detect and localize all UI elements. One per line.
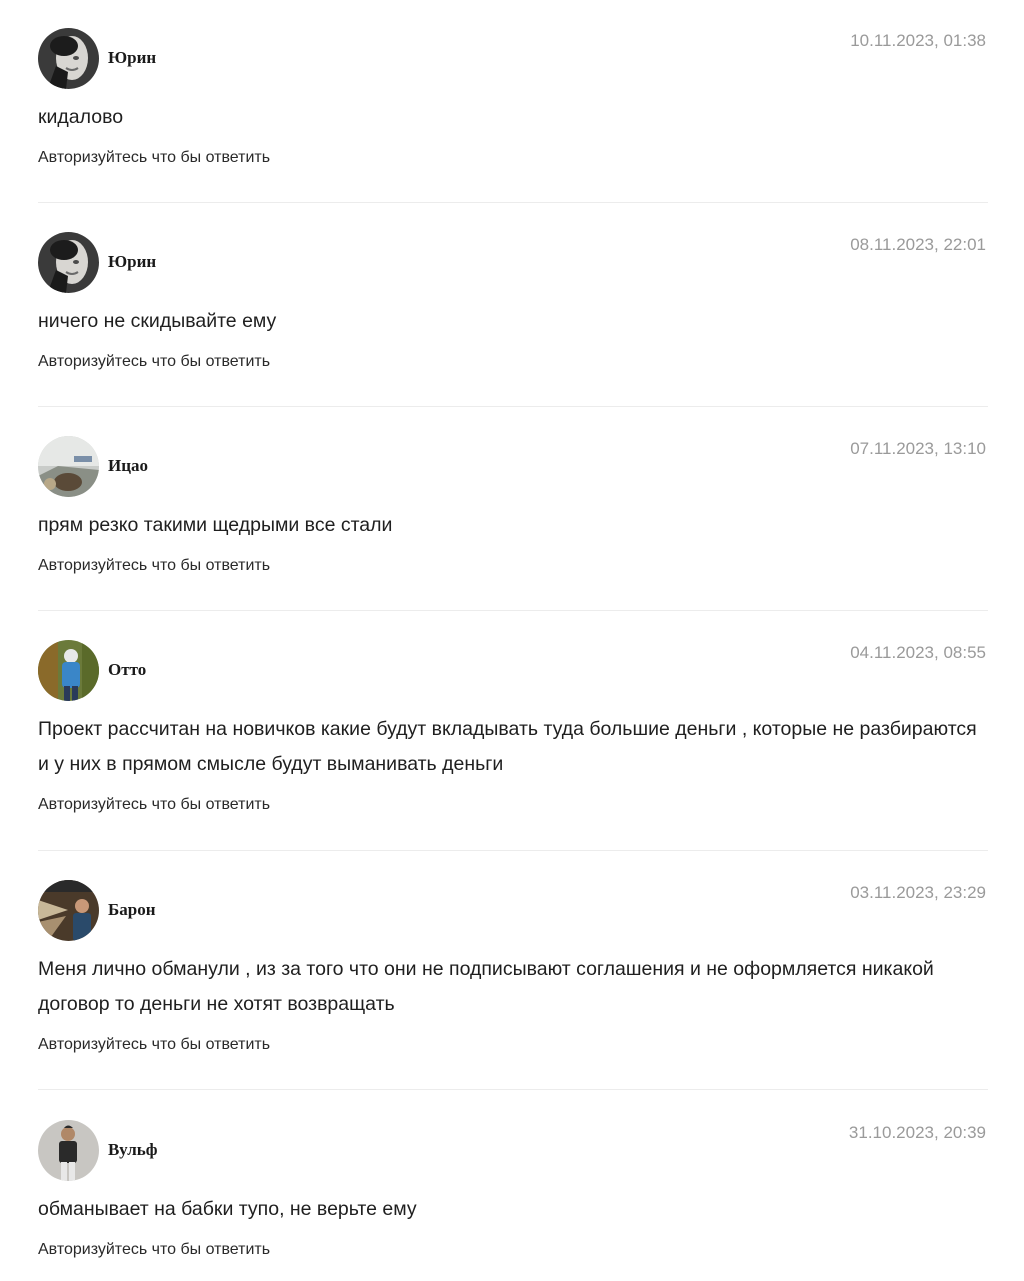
reply-link[interactable]: Авторизуйтесь что бы ответить xyxy=(38,796,270,814)
avatar-image xyxy=(38,232,99,293)
comment-header: Юрин 10.11.2023, 01:38 xyxy=(38,28,988,90)
author-name: Юрин xyxy=(108,48,157,67)
reply-link[interactable]: Авторизуйтесь что бы ответить xyxy=(38,1036,270,1054)
avatar[interactable] xyxy=(38,28,99,89)
author-name: Барон xyxy=(108,900,156,919)
reply-link[interactable]: Авторизуйтесь что бы ответить xyxy=(38,149,270,167)
divider xyxy=(38,1089,988,1090)
avatar[interactable] xyxy=(38,436,99,497)
comment-item: Отто 04.11.2023, 08:55 Проект рассчитан … xyxy=(38,640,988,814)
comment-item: Юрин 08.11.2023, 22:01 ничего не скидыва… xyxy=(38,232,988,371)
author-name: Вульф xyxy=(108,1140,158,1159)
divider xyxy=(38,406,988,407)
divider xyxy=(38,610,988,611)
avatar[interactable] xyxy=(38,1120,99,1181)
author-name: Отто xyxy=(108,660,147,679)
comment-header: Юрин 08.11.2023, 22:01 xyxy=(38,232,988,294)
comment-date: 08.11.2023, 22:01 xyxy=(850,235,986,254)
comment-text: прям резко такими щедрыми все стали xyxy=(38,514,393,536)
avatar-image xyxy=(38,880,99,941)
avatar[interactable] xyxy=(38,880,99,941)
divider xyxy=(38,202,988,203)
comment-header: Барон 03.11.2023, 23:29 xyxy=(38,880,988,942)
comment-date: 31.10.2023, 20:39 xyxy=(848,1123,986,1142)
author-name: Ицао xyxy=(108,456,149,475)
comment-item: Барон 03.11.2023, 23:29 Меня лично обман… xyxy=(38,880,988,1054)
avatar-image xyxy=(38,28,99,89)
comment-date: 04.11.2023, 08:55 xyxy=(850,643,986,662)
divider xyxy=(38,850,988,851)
comment-text: Проект рассчитан на новичков какие будут… xyxy=(38,718,977,775)
avatar-image xyxy=(38,640,99,701)
comment-item: Вульф 31.10.2023, 20:39 обманывает на ба… xyxy=(38,1120,988,1259)
comment-item: Юрин 10.11.2023, 01:38 кидалово Авторизу… xyxy=(38,28,988,167)
avatar[interactable] xyxy=(38,640,99,701)
comment-date: 03.11.2023, 23:29 xyxy=(850,883,986,902)
avatar-image xyxy=(38,436,99,497)
avatar[interactable] xyxy=(38,232,99,293)
comment-header: Вульф 31.10.2023, 20:39 xyxy=(38,1120,988,1182)
comment-text: Меня лично обманули , из за того что они… xyxy=(38,958,934,1015)
comment-text: кидалово xyxy=(38,106,124,128)
comment-date: 10.11.2023, 01:38 xyxy=(850,31,986,50)
avatar-image xyxy=(38,1120,99,1181)
comment-header: Ицао 07.11.2023, 13:10 xyxy=(38,436,988,498)
reply-link[interactable]: Авторизуйтесь что бы ответить xyxy=(38,557,270,575)
comment-text: обманывает на бабки тупо, не верьте ему xyxy=(38,1198,417,1220)
reply-link[interactable]: Авторизуйтесь что бы ответить xyxy=(38,353,270,371)
comment-item: Ицао 07.11.2023, 13:10 прям резко такими… xyxy=(38,436,988,575)
comment-text: ничего не скидывайте ему xyxy=(38,310,277,332)
author-name: Юрин xyxy=(108,252,157,271)
comment-date: 07.11.2023, 13:10 xyxy=(850,439,986,458)
comment-header: Отто 04.11.2023, 08:55 xyxy=(38,640,988,702)
reply-link[interactable]: Авторизуйтесь что бы ответить xyxy=(38,1241,270,1259)
